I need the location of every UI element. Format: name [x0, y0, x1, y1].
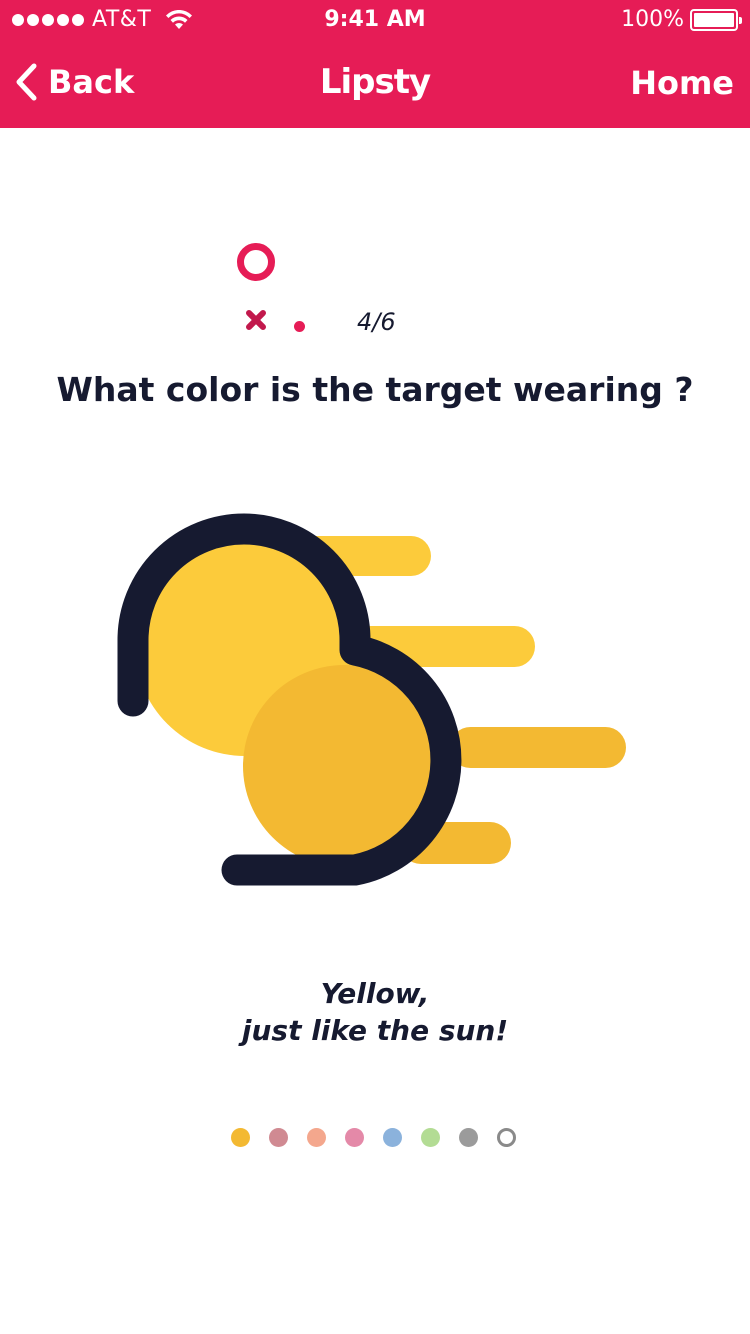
- yellow-illustration: [117, 513, 626, 886]
- color-options: [231, 1128, 516, 1147]
- battery-icon: [690, 8, 742, 31]
- color-option-blue[interactable]: [383, 1128, 402, 1147]
- color-option-mauve[interactable]: [269, 1128, 288, 1147]
- current-step-dot: [294, 321, 305, 332]
- answer-line-2: just like the sun!: [241, 1014, 509, 1047]
- color-option-gray[interactable]: [459, 1128, 478, 1147]
- answer-text: Yellow, just like the sun!: [0, 975, 750, 1049]
- app-header: AT&T 9:41 AM 100% Back Lipsty Home: [0, 0, 750, 128]
- color-option-green[interactable]: [421, 1128, 440, 1147]
- nav-bar: Back Lipsty Home: [0, 40, 750, 128]
- color-option-empty[interactable]: [497, 1128, 516, 1147]
- question-text: What color is the target wearing ?: [56, 370, 694, 409]
- status-right: 100%: [621, 7, 742, 32]
- progress-ring-icon: [237, 243, 275, 281]
- home-button[interactable]: Home: [630, 64, 734, 102]
- status-bar: AT&T 9:41 AM 100%: [0, 0, 750, 40]
- wrong-answer-icon: [246, 310, 266, 330]
- color-option-peach[interactable]: [307, 1128, 326, 1147]
- color-option-pink[interactable]: [345, 1128, 364, 1147]
- speed-bar-3: [450, 727, 626, 768]
- battery-fill: [694, 12, 734, 27]
- step-counter: 4/6: [357, 308, 396, 336]
- battery-percent: 100%: [621, 7, 684, 32]
- answer-line-1: Yellow,: [320, 977, 430, 1010]
- color-option-yellow[interactable]: [231, 1128, 250, 1147]
